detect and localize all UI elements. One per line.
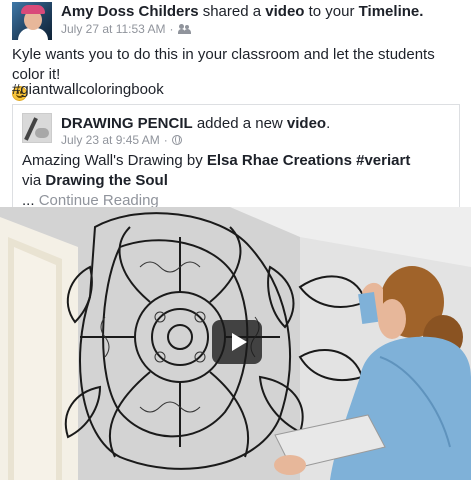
post-body: Kyle wants you to do this in your classr… (12, 46, 435, 83)
shared-type-link[interactable]: video (265, 3, 304, 20)
action-prefix: shared a (202, 3, 262, 20)
shared-post-headline: DRAWING PENCIL added a new video. (61, 114, 330, 133)
action-suffix: to your (308, 3, 355, 20)
shared-post-card: DRAWING PENCIL added a new video. July 2… (12, 104, 460, 210)
meta-separator: · (169, 22, 174, 36)
shared-meta-separator: · (163, 133, 168, 147)
author-avatar[interactable] (12, 2, 52, 40)
post-timestamp[interactable]: July 27 at 11:53 AM (61, 22, 166, 36)
body-hashtag-link[interactable]: #veriart (356, 152, 410, 169)
page-avatar[interactable] (22, 113, 52, 143)
play-icon[interactable] (212, 320, 262, 364)
shared-post-body: Amazing Wall's Drawing by Elsa Rhae Crea… (22, 151, 452, 211)
friends-icon[interactable] (177, 24, 191, 34)
content-type-link[interactable]: video (287, 115, 326, 132)
author-name-link[interactable]: Amy Doss Childers (61, 3, 199, 20)
post-meta: July 27 at 11:53 AM · (61, 22, 191, 36)
shared-action-suffix: . (326, 115, 331, 132)
post-header: Amy Doss Childers shared a video to your… (12, 0, 467, 44)
globe-icon[interactable] (171, 135, 182, 145)
via-page-link[interactable]: Drawing the Soul (45, 172, 168, 189)
facebook-post: Amy Doss Childers shared a video to your… (0, 0, 471, 480)
hashtag-link[interactable]: #giantwallcoloringbook (12, 80, 164, 100)
post-headline: Amy Doss Childers shared a video to your… (61, 2, 423, 21)
body-prefix: Amazing Wall's Drawing by (22, 152, 203, 169)
shared-post-timestamp[interactable]: July 23 at 9:45 AM (61, 133, 160, 147)
page-name-link[interactable]: DRAWING PENCIL (61, 115, 193, 132)
timeline-link[interactable]: Timeline. (359, 3, 424, 20)
via-prefix: via (22, 172, 42, 189)
body-author-link[interactable]: Elsa Rhae Creations (207, 152, 352, 169)
shared-action-prefix: added a new (196, 115, 283, 132)
shared-post-meta: July 23 at 9:45 AM · (61, 133, 182, 147)
